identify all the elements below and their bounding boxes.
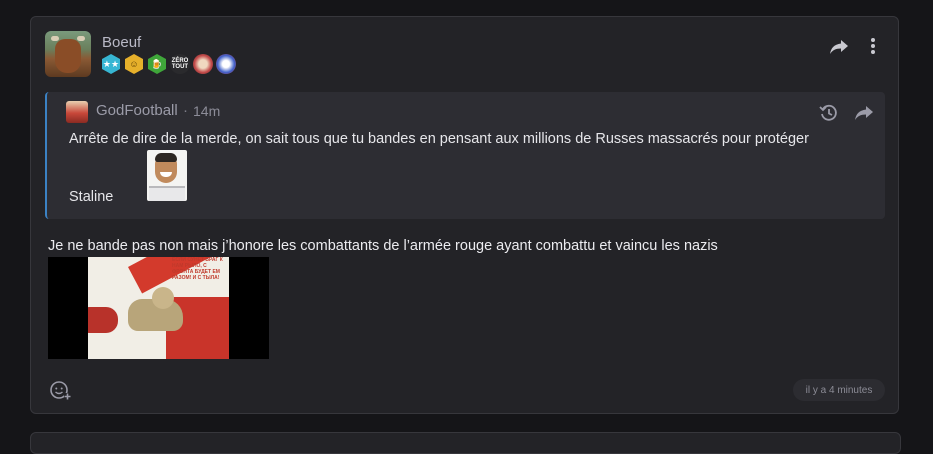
laughing-man-sticker bbox=[147, 150, 187, 201]
avatar-cow-head bbox=[55, 39, 81, 73]
add-reaction-icon[interactable] bbox=[48, 378, 72, 402]
soviet-poster-image: ЕСЛИ СУНЕТ ВРАГ К НАМ РЫЛО, С ФРОНТА БУД… bbox=[88, 257, 229, 359]
zero-tout-badge-icon[interactable]: ZÉRO TOUT bbox=[170, 54, 190, 74]
sun-badge-icon[interactable] bbox=[193, 54, 213, 74]
poster-fist bbox=[88, 307, 118, 333]
badge-label: 🍺 bbox=[151, 58, 163, 69]
share-icon[interactable] bbox=[853, 103, 875, 123]
more-options-icon[interactable] bbox=[865, 35, 881, 57]
star-badge-icon[interactable]: ★★ bbox=[102, 54, 120, 74]
post-timestamp: il y a 4 minutes bbox=[793, 379, 885, 401]
attached-image[interactable]: ЕСЛИ СУНЕТ ВРАГ К НАМ РЫЛО, С ФРОНТА БУД… bbox=[48, 257, 269, 359]
quote-text: Arrête de dire de la merde, on sait tous… bbox=[69, 131, 809, 147]
sticker-hair bbox=[155, 153, 177, 162]
sticker-shirt bbox=[149, 186, 185, 201]
badge-label: ZÉRO TOUT bbox=[171, 58, 189, 70]
next-post-card bbox=[30, 432, 901, 454]
smiley-badge-icon[interactable]: ☺ bbox=[125, 54, 143, 74]
poster-caption: ЕСЛИ СУНЕТ ВРАГ К НАМ РЫЛО, С ФРОНТА БУД… bbox=[172, 257, 223, 281]
avatar[interactable] bbox=[45, 31, 91, 77]
avatar-horn bbox=[77, 36, 85, 41]
quoted-message: GodFootball · 14m Arrête de dire de la m… bbox=[45, 92, 885, 219]
post-body-text: Je ne bande pas non mais j’honore les co… bbox=[48, 238, 718, 254]
share-icon[interactable] bbox=[828, 37, 850, 57]
quote-text-end: Staline bbox=[69, 189, 114, 205]
badge-label: ★★ bbox=[102, 58, 120, 69]
history-icon[interactable] bbox=[818, 102, 840, 124]
quote-time: 14m bbox=[193, 103, 221, 119]
quote-separator: · bbox=[183, 102, 188, 119]
beer-badge-icon[interactable]: 🍺 bbox=[148, 54, 166, 74]
face-badge-icon[interactable] bbox=[216, 54, 236, 74]
author-name[interactable]: Boeuf bbox=[102, 34, 141, 51]
poster-figure-head bbox=[152, 287, 174, 309]
post-card: Boeuf ★★ ☺ 🍺 ZÉRO TOUT GodFootball · 14m bbox=[30, 16, 899, 414]
badge-label: ☺ bbox=[129, 59, 139, 69]
quote-author[interactable]: GodFootball bbox=[96, 102, 178, 119]
quote-avatar[interactable] bbox=[66, 101, 88, 123]
badge-list: ★★ ☺ 🍺 ZÉRO TOUT bbox=[101, 54, 236, 74]
